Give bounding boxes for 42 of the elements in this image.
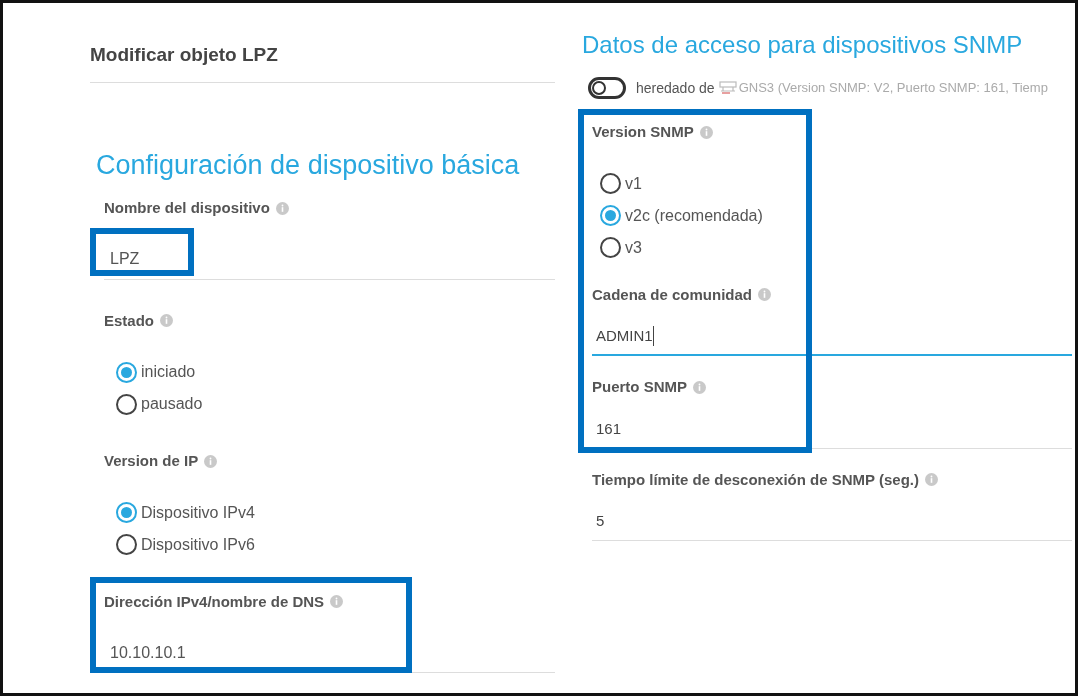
radio-button[interactable] (600, 237, 621, 258)
section-heading: Datos de acceso para dispositivos SNMP (581, 30, 1024, 60)
device-icon (718, 81, 737, 95)
field-label: Version SNMP (592, 122, 694, 142)
radio-label: v1 (625, 173, 642, 194)
info-icon (204, 454, 218, 468)
info-icon (699, 125, 713, 139)
toggle-switch[interactable] (588, 77, 626, 99)
dialog-title: Modificar objeto LPZ (90, 43, 279, 67)
inherit-label: heredado de (636, 78, 715, 98)
radio-button[interactable] (600, 205, 621, 226)
field-label: Nombre del dispositivo (104, 198, 270, 218)
field-label: Tiempo límite de desconexión de SNMP (seg.) (592, 469, 920, 490)
radio-button[interactable] (116, 361, 137, 383)
info-icon (275, 201, 289, 215)
radio-button[interactable] (116, 502, 137, 523)
radio-label: Dispositivo IPv6 (141, 534, 255, 555)
field-label: Puerto SNMP (592, 377, 687, 397)
text-field[interactable]: 5 (592, 503, 1072, 541)
radio-button[interactable] (116, 534, 137, 555)
radio-label: Dispositivo IPv4 (141, 502, 255, 523)
field-label: Cadena de comunidad (592, 284, 753, 305)
text-field[interactable]: 161 (592, 410, 1072, 449)
radio-button[interactable] (600, 173, 621, 194)
info-icon (160, 314, 173, 328)
text-field[interactable]: ADMIN1 (592, 318, 1072, 356)
text-field[interactable]: LPZ (104, 239, 555, 280)
info-icon (330, 595, 344, 609)
info-icon (693, 380, 706, 394)
radio-label: v3 (625, 237, 642, 258)
section-heading: Configuración de dispositivo básica (95, 148, 521, 182)
radio-label: pausado (141, 394, 203, 414)
field-label: Version de IP (104, 451, 199, 471)
inherit-source: GNS3 (Version SNMP: V2, Puerto SNMP: 161, Tiemp (738, 79, 1048, 98)
radio-button[interactable] (116, 393, 137, 415)
radio-label: v2c (recomendada) (625, 205, 763, 226)
field-label: Estado (104, 310, 154, 331)
radio-label: iniciado (141, 362, 196, 382)
info-icon (758, 288, 772, 302)
text-field[interactable]: 10.10.10.1 (104, 633, 555, 673)
field-label: Dirección IPv4/nombre de DNS (104, 591, 325, 612)
info-icon (925, 473, 939, 487)
